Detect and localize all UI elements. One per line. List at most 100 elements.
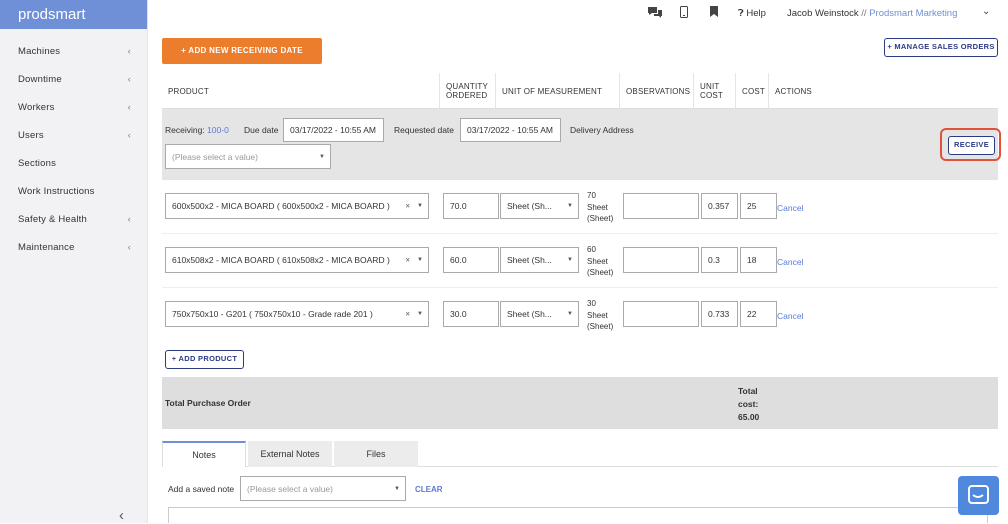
unit-value: Sheet (Sh... xyxy=(507,309,552,319)
cost-input[interactable]: 18 xyxy=(740,247,777,273)
unit-cost-input[interactable]: 0.3 xyxy=(701,247,738,273)
observations-input[interactable] xyxy=(623,247,699,273)
due-date-input[interactable]: 03/17/2022 - 10:55 AM xyxy=(283,118,384,142)
header-actions: ACTIONS xyxy=(775,86,812,96)
delivery-address-select[interactable]: (Please select a value) ▼ xyxy=(165,144,331,169)
clear-icon[interactable]: × xyxy=(405,256,410,265)
sidebar-item-label: Workers xyxy=(18,102,55,113)
total-purchase-order-label: Total Purchase Order xyxy=(165,398,251,408)
cancel-link[interactable]: Cancel xyxy=(777,311,803,321)
sidebar-item-workers[interactable]: Workers ‹ xyxy=(18,102,131,113)
product-select[interactable]: 610x508x2 - MICA BOARD ( 610x508x2 - MIC… xyxy=(165,247,429,273)
product-value: 600x500x2 - MICA BOARD ( 600x500x2 - MIC… xyxy=(172,201,390,211)
measure-unit: Sheet xyxy=(587,310,608,320)
measure-abbr: (Sheet) xyxy=(587,268,614,277)
user-name: Jacob Weinstock xyxy=(787,8,859,19)
product-select[interactable]: 600x500x2 - MICA BOARD ( 600x500x2 - MIC… xyxy=(165,193,429,219)
chevron-down-icon[interactable]: ⌄ xyxy=(982,6,990,17)
saved-note-select[interactable]: (Please select a value) ▼ xyxy=(240,476,406,501)
unit-value: Sheet (Sh... xyxy=(507,201,552,211)
observations-input[interactable] xyxy=(623,193,699,219)
unit-select[interactable]: Sheet (Sh... ▼ xyxy=(500,193,579,219)
sidebar-item-sections[interactable]: Sections xyxy=(18,158,131,169)
user-separator: // xyxy=(861,8,867,19)
chevron-left-icon: ‹ xyxy=(127,46,131,56)
chat-widget-button[interactable] xyxy=(958,476,999,515)
add-product-button[interactable]: + ADD PRODUCT xyxy=(165,350,244,369)
receiving-id-link[interactable]: 100-0 xyxy=(207,125,229,135)
measurement-text: 30 Sheet (Sheet) xyxy=(587,298,613,333)
total-cost-label-2: cost: xyxy=(738,399,759,409)
caret-down-icon: ▼ xyxy=(394,485,400,492)
quantity-input[interactable]: 60.0 xyxy=(443,247,499,273)
collapse-sidebar-icon[interactable]: ‹ xyxy=(119,507,124,524)
total-cost-label-1: Total xyxy=(738,386,758,396)
quantity-input[interactable]: 30.0 xyxy=(443,301,499,327)
header-unit-cost: UNIT COST xyxy=(694,73,736,109)
tab-external-notes[interactable]: External Notes xyxy=(248,441,332,467)
total-row xyxy=(162,377,998,429)
chevron-left-icon: ‹ xyxy=(127,214,131,224)
measure-qty: 60 xyxy=(587,245,596,254)
chevron-left-icon: ‹ xyxy=(127,74,131,84)
sidebar-item-maintenance[interactable]: Maintenance ‹ xyxy=(18,242,131,253)
saved-note-placeholder: (Please select a value) xyxy=(247,483,333,494)
chat-icon[interactable] xyxy=(647,6,663,22)
clear-icon[interactable]: × xyxy=(405,202,410,211)
measure-unit: Sheet xyxy=(587,202,608,212)
observations-input[interactable] xyxy=(623,301,699,327)
delivery-address-label: Delivery Address xyxy=(570,125,634,135)
cancel-link[interactable]: Cancel xyxy=(777,203,803,213)
tab-notes[interactable]: Notes xyxy=(162,441,246,467)
header-product: PRODUCT xyxy=(162,73,440,109)
header-cost: COST xyxy=(736,73,769,109)
measure-abbr: (Sheet) xyxy=(587,214,614,223)
notes-editor-toolbar[interactable] xyxy=(168,507,988,523)
sidebar-item-label: Downtime xyxy=(18,74,62,85)
mobile-icon[interactable] xyxy=(680,6,688,21)
caret-down-icon: ▼ xyxy=(417,203,423,209)
requested-date-label: Requested date xyxy=(394,125,455,135)
chevron-left-icon: ‹ xyxy=(127,242,131,252)
measure-abbr: (Sheet) xyxy=(587,322,614,331)
sidebar-item-machines[interactable]: Machines ‹ xyxy=(18,46,131,57)
sidebar-item-label: Machines xyxy=(18,46,61,57)
sidebar-item-label: Users xyxy=(18,130,44,141)
receiving-label: Receiving: 100-0 xyxy=(165,125,229,135)
bookmark-icon[interactable] xyxy=(710,6,718,20)
header-observations: OBSERVATIONS xyxy=(620,73,694,109)
caret-down-icon: ▼ xyxy=(567,203,573,209)
manage-sales-orders-button[interactable]: + MANAGE SALES ORDERS xyxy=(884,38,998,57)
add-receiving-date-button[interactable]: + ADD NEW RECEIVING DATE xyxy=(162,38,322,64)
quantity-input[interactable]: 70.0 xyxy=(443,193,499,219)
help-link[interactable]: ❓︎ Help xyxy=(738,8,766,19)
chat-bubble-icon xyxy=(968,485,989,504)
brand-logo[interactable]: prodsmart xyxy=(0,0,147,29)
unit-select[interactable]: Sheet (Sh... ▼ xyxy=(500,301,579,327)
due-date-label: Due date xyxy=(244,125,279,135)
sidebar-item-downtime[interactable]: Downtime ‹ xyxy=(18,74,131,85)
sidebar-item-work-instructions[interactable]: Work Instructions xyxy=(18,186,131,197)
unit-select[interactable]: Sheet (Sh... ▼ xyxy=(500,247,579,273)
sidebar-item-users[interactable]: Users ‹ xyxy=(18,130,131,141)
measurement-text: 60 Sheet (Sheet) xyxy=(587,244,613,279)
delivery-placeholder: (Please select a value) xyxy=(172,151,258,162)
requested-date-input[interactable]: 03/17/2022 - 10:55 AM xyxy=(460,118,561,142)
clear-icon[interactable]: × xyxy=(405,310,410,319)
unit-cost-input[interactable]: 0.357 xyxy=(701,193,738,219)
sidebar-item-label: Maintenance xyxy=(18,242,75,253)
sidebar-item-safety-health[interactable]: Safety & Health ‹ xyxy=(18,214,131,225)
product-value: 750x750x10 - G201 ( 750x750x10 - Grade r… xyxy=(172,309,373,319)
product-select[interactable]: 750x750x10 - G201 ( 750x750x10 - Grade r… xyxy=(165,301,429,327)
measure-unit: Sheet xyxy=(587,256,608,266)
cost-input[interactable]: 25 xyxy=(740,193,777,219)
total-cost: Total cost: 65.00 xyxy=(738,385,759,424)
unit-cost-input[interactable]: 0.733 xyxy=(701,301,738,327)
cancel-link[interactable]: Cancel xyxy=(777,257,803,267)
measure-qty: 30 xyxy=(587,299,596,308)
clear-button[interactable]: CLEAR xyxy=(415,485,443,494)
user-menu[interactable]: Jacob Weinstock // Prodsmart Marketing xyxy=(787,8,957,19)
sidebar: prodsmart Machines ‹ Downtime ‹ Workers ‹ U… xyxy=(0,0,148,524)
cost-input[interactable]: 22 xyxy=(740,301,777,327)
tab-files[interactable]: Files xyxy=(334,441,418,467)
